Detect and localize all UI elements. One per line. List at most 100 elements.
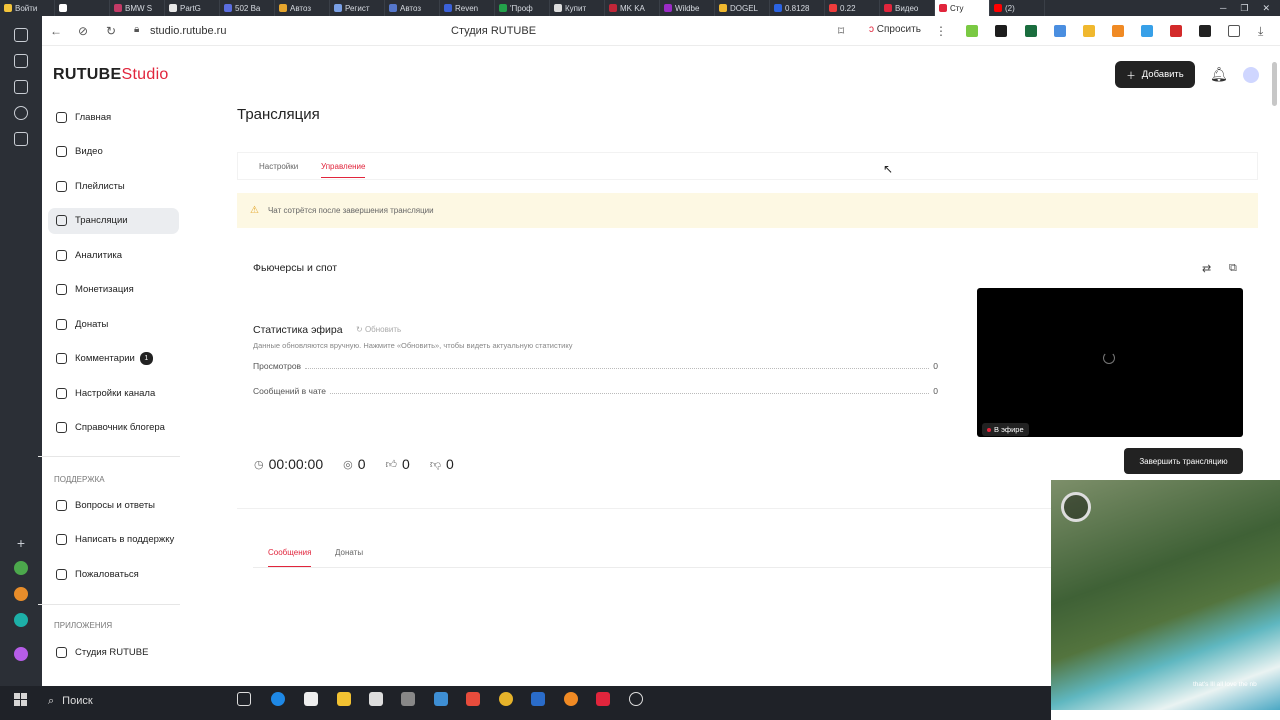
reload-icon[interactable]: ⊘ <box>78 24 88 38</box>
play-icon[interactable] <box>14 106 28 120</box>
firefox-icon[interactable] <box>564 692 578 706</box>
browser-tab[interactable]: Сту <box>935 0 990 16</box>
mail-icon[interactable] <box>304 692 318 706</box>
sidebar-item[interactable]: Настройки канала <box>48 380 179 406</box>
yandex-browser-icon[interactable] <box>596 692 610 706</box>
sidebar-item[interactable]: Комментарии 1 <box>48 346 179 372</box>
browser-tab[interactable]: Автоз <box>385 0 440 16</box>
extension-icon[interactable] <box>1054 25 1066 37</box>
extension-icon[interactable] <box>1083 25 1095 37</box>
refresh-icon[interactable]: ↻ <box>106 24 116 38</box>
avatar[interactable] <box>1243 67 1259 83</box>
back-icon[interactable]: ← <box>50 24 62 38</box>
browser-tab-label: 'Проф <box>510 3 533 13</box>
extension-icon[interactable] <box>1199 25 1211 37</box>
app-icon[interactable] <box>401 692 415 706</box>
browser-tab[interactable]: DOGEL <box>715 0 770 16</box>
panel-icon[interactable] <box>1228 25 1240 37</box>
browser-tab[interactable]: BMW S <box>110 0 165 16</box>
calendar-icon[interactable] <box>14 28 28 42</box>
edge-icon[interactable] <box>271 692 285 706</box>
more-icon[interactable]: ⋮ <box>935 24 947 38</box>
explorer-icon[interactable] <box>337 692 351 706</box>
scrollbar[interactable] <box>1272 62 1277 106</box>
sidebar-item[interactable]: Вопросы и ответы <box>48 492 179 518</box>
browser-tab[interactable]: MK KA <box>605 0 660 16</box>
apps-grid-icon[interactable] <box>14 132 28 146</box>
end-stream-button[interactable]: Завершить трансляцию <box>1124 448 1243 474</box>
bookmark-icon[interactable] <box>14 54 28 68</box>
pip-control-icon[interactable] <box>1061 492 1091 522</box>
browser-tab[interactable]: Регист <box>330 0 385 16</box>
share-icon[interactable]: ⇄ <box>1202 262 1211 275</box>
refresh-stats-button[interactable]: ↻ Обновить <box>356 325 401 334</box>
open-external-icon[interactable]: ⧉ <box>1229 262 1237 275</box>
url-field[interactable]: studio.rutube.ru <box>150 25 226 37</box>
sidebar-item[interactable]: Главная <box>48 104 179 130</box>
extension-icon[interactable] <box>1141 25 1153 37</box>
minimize-icon[interactable]: ─ <box>1220 3 1226 13</box>
add-icon[interactable]: + <box>14 536 28 550</box>
browser-tab[interactable]: 0.22 <box>825 0 880 16</box>
bookmark-page-icon[interactable]: ⌑ <box>838 24 844 38</box>
sidebar-item[interactable]: Аналитика <box>48 242 179 268</box>
browser-tab[interactable]: Войти <box>0 0 55 16</box>
download-icon[interactable]: ⤓ <box>1258 24 1263 39</box>
task-view-icon[interactable] <box>237 692 251 706</box>
app-icon[interactable] <box>629 692 643 706</box>
sidebar-item[interactable]: Видео <box>48 139 179 165</box>
app-icon[interactable] <box>466 692 480 706</box>
sidebar-item[interactable]: Пожаловаться <box>48 561 179 587</box>
sidebar-item[interactable]: Монетизация <box>48 277 179 303</box>
app-orange-icon[interactable] <box>14 587 28 601</box>
browser-tab-label: (2) <box>1005 3 1015 13</box>
chrome-icon[interactable] <box>499 692 513 706</box>
tab-messages[interactable]: Сообщения <box>268 548 312 567</box>
app-icon[interactable] <box>531 692 545 706</box>
app-green-icon[interactable] <box>14 561 28 575</box>
app-teal-icon[interactable] <box>14 613 28 627</box>
browser-tab[interactable]: Автоз <box>275 0 330 16</box>
windows-start-icon[interactable] <box>14 693 28 707</box>
browser-tab[interactable]: PartG <box>165 0 220 16</box>
photo-icon[interactable] <box>14 80 28 94</box>
browser-tab[interactable]: Видео <box>880 0 935 16</box>
window-controls[interactable]: ─ ❐ ✕ <box>1220 0 1280 16</box>
logo-accent: Studio <box>121 66 169 83</box>
browser-tab[interactable]: Wildbe <box>660 0 715 16</box>
ask-button[interactable]: ↄ Спросить <box>869 24 921 35</box>
tab-donations[interactable]: Донаты <box>335 548 363 557</box>
extension-icon[interactable] <box>1025 25 1037 37</box>
rutube-studio-logo[interactable]: RUTUBEStudio <box>53 66 169 84</box>
sidebar-item[interactable]: Справочник блогера <box>48 415 179 441</box>
taskbar-search[interactable]: ⌕ Поиск <box>40 690 230 712</box>
extension-icon[interactable] <box>966 25 978 37</box>
tab-settings[interactable]: Настройки <box>259 162 298 171</box>
browser-tab[interactable]: 'Проф <box>495 0 550 16</box>
alice-icon[interactable] <box>14 647 28 661</box>
metamask-icon[interactable] <box>1112 25 1124 37</box>
add-button[interactable]: ＋ Добавить <box>1115 61 1195 88</box>
maximize-icon[interactable]: ❐ <box>1240 3 1248 14</box>
sidebar-item[interactable]: Студия RUTUBE <box>48 639 179 665</box>
sidebar-item[interactable]: Плейлисты <box>48 173 179 199</box>
sidebar-item[interactable]: Донаты <box>48 311 179 337</box>
close-icon[interactable]: ✕ <box>1262 3 1270 14</box>
extension-icon[interactable] <box>995 25 1007 37</box>
extension-icon[interactable] <box>1170 25 1182 37</box>
browser-tab[interactable]: Reven <box>440 0 495 16</box>
sidebar-item[interactable]: Написать в поддержку <box>48 527 179 553</box>
tab-management[interactable]: Управление <box>321 162 366 178</box>
store-icon[interactable] <box>369 692 383 706</box>
tab-favicon-icon <box>114 4 122 12</box>
sidebar-item[interactable]: Трансляции <box>48 207 179 234</box>
browser-side-rail: + <box>0 16 42 686</box>
browser-tab[interactable]: Купит <box>550 0 605 16</box>
app-icon[interactable] <box>434 692 448 706</box>
browser-tab[interactable]: (2) <box>990 0 1045 16</box>
tab-favicon-icon <box>169 4 177 12</box>
browser-tab[interactable]: 502 Ba <box>220 0 275 16</box>
bell-icon[interactable]: 🔔︎ <box>1210 66 1228 83</box>
browser-tab[interactable]: 0.8128 <box>770 0 825 16</box>
browser-tab[interactable] <box>55 0 110 16</box>
